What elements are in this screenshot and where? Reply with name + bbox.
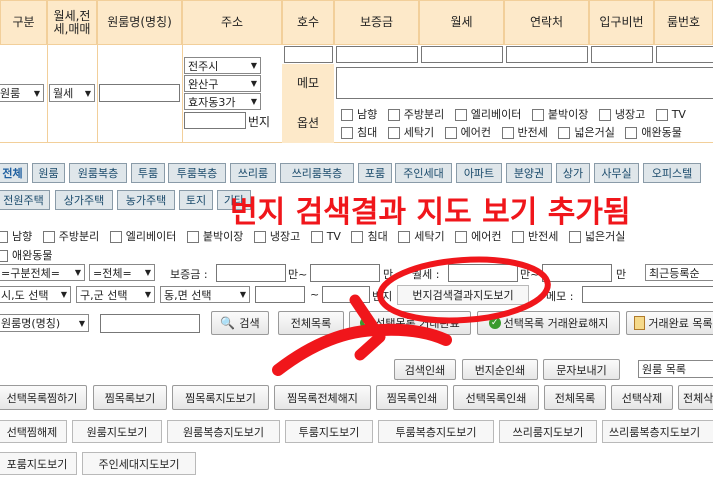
annotation-drawing [272,256,551,376]
annotation-circle [377,256,551,324]
